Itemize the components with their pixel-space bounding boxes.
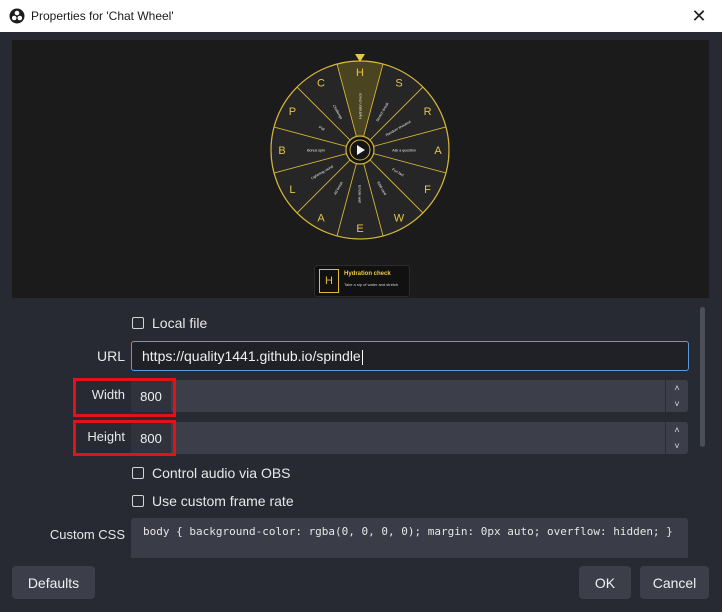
- wheel-segment-key: F: [424, 184, 431, 196]
- chat-wheel: HHydration checkSStretch break RRandom sh…: [270, 54, 450, 240]
- checkbox-box[interactable]: [132, 467, 144, 479]
- height-highlight-box: [73, 420, 176, 456]
- obs-logo-icon: [9, 8, 25, 24]
- custom-css-label: Custom CSS: [49, 527, 125, 542]
- control-audio-label: Control audio via OBS: [152, 465, 291, 481]
- wheel-segment-key: A: [317, 213, 325, 225]
- control-audio-checkbox[interactable]: Control audio via OBS: [132, 463, 291, 483]
- width-stepper[interactable]: ˄ ˅: [665, 380, 688, 412]
- url-input[interactable]: https://quality1441.github.io/spindle: [131, 341, 689, 371]
- close-icon: ✕: [691, 5, 707, 26]
- height-stepper[interactable]: ˄ ˅: [665, 422, 688, 454]
- chevron-down-icon[interactable]: ˅: [666, 438, 688, 454]
- ok-button[interactable]: OK: [579, 566, 631, 599]
- wheel-segment-label: Ask a question: [392, 149, 416, 153]
- wheel-segment-key: A: [434, 145, 442, 157]
- cancel-button[interactable]: Cancel: [640, 566, 709, 599]
- wheel-segment-key: H: [356, 67, 364, 79]
- chevron-down-icon[interactable]: ˅: [666, 396, 688, 412]
- url-value: https://quality1441.github.io/spindle: [142, 348, 361, 364]
- title-bar: Properties for 'Chat Wheel' ✕: [0, 0, 722, 32]
- checkbox-box[interactable]: [132, 317, 144, 329]
- properties-scrollbar[interactable]: [700, 305, 706, 555]
- wheel-segment-key: W: [394, 213, 405, 225]
- wheel-segment-key: R: [424, 106, 432, 118]
- wheel-segment-key: E: [356, 223, 363, 235]
- wheel-segment-key: B: [278, 145, 285, 157]
- custom-frame-rate-checkbox[interactable]: Use custom frame rate: [132, 491, 294, 511]
- wheel-segment-key: S: [395, 77, 402, 89]
- source-preview: H Hydration check S Stretch break R Random sh…: [12, 40, 709, 298]
- close-button[interactable]: ✕: [676, 0, 722, 32]
- toast-key: H: [319, 269, 339, 293]
- wheel-segment-label: Hydration check: [359, 93, 363, 119]
- width-spinbox[interactable]: 800 ˄ ˅: [131, 380, 688, 412]
- chevron-up-icon[interactable]: ˄: [666, 422, 688, 438]
- url-label: URL: [96, 348, 125, 364]
- custom-frame-rate-label: Use custom frame rate: [152, 493, 294, 509]
- toast-subtitle: Take a sip of water and stretch: [344, 282, 399, 287]
- width-highlight-box: [73, 378, 176, 417]
- wheel-segment-label: Emote wall: [358, 185, 362, 203]
- local-file-label: Local file: [152, 315, 208, 331]
- height-spinbox[interactable]: 800 ˄ ˅: [131, 422, 688, 454]
- wheel-segment-key: C: [317, 77, 325, 89]
- wheel-result-toast: H Hydration check Take a sip of water an…: [314, 265, 410, 297]
- window-title: Properties for 'Chat Wheel': [31, 9, 174, 23]
- scrollbar-thumb[interactable]: [700, 307, 705, 447]
- custom-css-textarea[interactable]: body { background-color: rgba(0, 0, 0, 0…: [131, 518, 688, 558]
- toast-title: Hydration check: [344, 271, 391, 277]
- wheel-segment-label: Bonus spin: [307, 149, 325, 153]
- wheel-segment-key: P: [289, 106, 296, 118]
- local-file-checkbox[interactable]: Local file: [132, 313, 207, 333]
- wheel-segment-key: L: [289, 184, 295, 196]
- defaults-button[interactable]: Defaults: [12, 566, 95, 599]
- checkbox-box[interactable]: [132, 495, 144, 507]
- chevron-up-icon[interactable]: ˄: [666, 380, 688, 396]
